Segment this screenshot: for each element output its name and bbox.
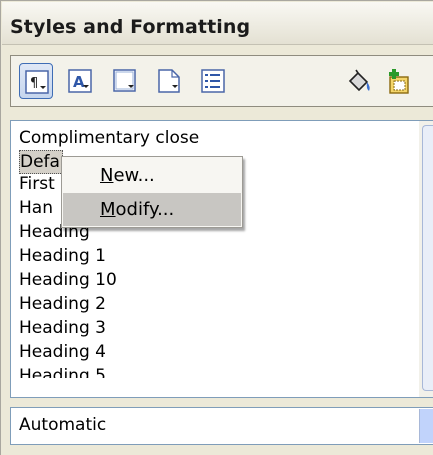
svg-text:¶: ¶ — [30, 76, 38, 91]
style-filter-select[interactable]: Automatic — [10, 407, 433, 445]
list-item-heading-3[interactable]: Heading 3 — [19, 316, 106, 340]
fill-format-mode-button[interactable] — [341, 63, 375, 99]
filter-dropdown-button[interactable] — [419, 409, 433, 443]
scrollbar-thumb[interactable] — [422, 125, 433, 391]
list-item-complimentary-close[interactable]: Complimentary close — [19, 126, 199, 150]
list-item-hanging[interactable]: Han — [19, 196, 53, 220]
menu-item-new[interactable]: New... — [63, 159, 241, 192]
list-item-heading-2[interactable]: Heading 2 — [19, 292, 106, 316]
frame-styles-icon — [113, 69, 136, 92]
styles-formatting-panel: Styles and Formatting ¶ A Complimentary … — [0, 0, 433, 455]
list-item-heading-10[interactable]: Heading 10 — [19, 268, 117, 292]
frame-styles-button[interactable] — [108, 63, 142, 99]
character-styles-icon: A — [68, 69, 92, 93]
list-item-default[interactable]: Defa — [19, 150, 63, 174]
paragraph-styles-button[interactable]: ¶ — [19, 63, 53, 99]
style-filter-value: Automatic — [19, 415, 107, 435]
svg-text:A: A — [73, 73, 85, 91]
menu-item-modify[interactable]: Modify... — [63, 193, 241, 226]
list-item-heading-5[interactable]: Heading 5 — [19, 364, 106, 378]
list-styles-button[interactable] — [196, 63, 230, 99]
list-styles-icon — [201, 69, 225, 93]
new-style-icon — [389, 69, 409, 94]
list-item-heading-4[interactable]: Heading 4 — [19, 340, 106, 364]
paragraph-styles-icon: ¶ — [25, 70, 49, 94]
panel-title-bar[interactable]: Styles and Formatting — [2, 2, 433, 45]
list-item-heading-1[interactable]: Heading 1 — [19, 244, 106, 268]
new-style-from-selection-button[interactable] — [381, 63, 415, 99]
styles-list-scrollbar[interactable] — [419, 121, 433, 397]
character-styles-button[interactable]: A — [63, 63, 97, 99]
panel-title: Styles and Formatting — [10, 16, 251, 38]
context-menu: New... Modify... — [61, 156, 243, 228]
fill-format-icon — [348, 69, 370, 92]
page-styles-icon — [158, 69, 180, 93]
style-family-toolbar: ¶ A — [10, 55, 433, 107]
page-styles-button[interactable] — [152, 63, 186, 99]
list-item-first[interactable]: First — [19, 172, 55, 196]
